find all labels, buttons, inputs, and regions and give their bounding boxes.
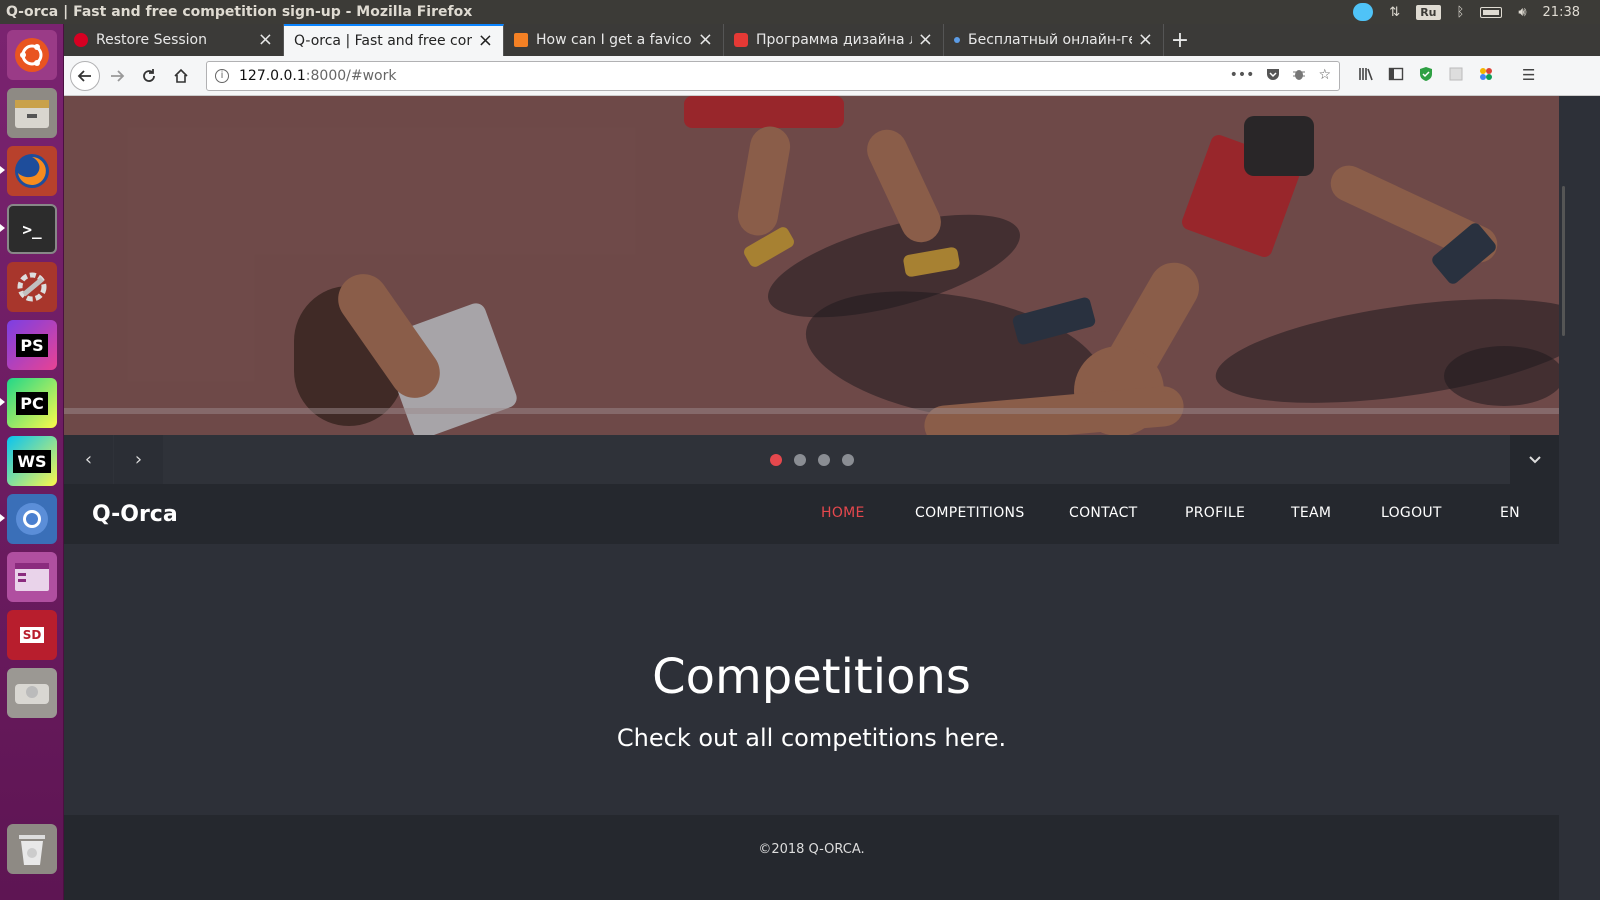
arrow-left-icon bbox=[77, 69, 91, 82]
info-icon[interactable]: i bbox=[215, 68, 229, 83]
slider-next-button[interactable]: › bbox=[114, 435, 163, 484]
sd-card-icon[interactable]: SD bbox=[7, 610, 57, 660]
tab-q-orca[interactable]: Q-orca | Fast and free comp × bbox=[284, 24, 504, 56]
chromium-icon[interactable] bbox=[7, 494, 57, 544]
skype-icon[interactable] bbox=[1353, 3, 1374, 21]
slider-dot[interactable] bbox=[770, 454, 782, 466]
tab-logo-design[interactable]: Программа дизайна ло × bbox=[724, 24, 944, 56]
trash-icon[interactable] bbox=[7, 824, 57, 874]
nav-home[interactable]: HOME bbox=[821, 505, 865, 521]
nav-language[interactable]: EN bbox=[1500, 505, 1520, 521]
indicator-area: ⇅ Ru ᛒ 🔊︎ 21:38 bbox=[1353, 3, 1600, 21]
slider-dot[interactable] bbox=[794, 454, 806, 466]
nav-profile[interactable]: PROFILE bbox=[1185, 505, 1245, 521]
url-actions: ••• ☆ bbox=[1230, 67, 1331, 85]
colorful-extension-icon[interactable] bbox=[1478, 66, 1494, 86]
url-path: :8000/#work bbox=[305, 67, 397, 84]
hamburger-menu-icon[interactable]: ☰ bbox=[1522, 66, 1535, 86]
close-icon[interactable]: × bbox=[1138, 31, 1153, 49]
reload-button[interactable] bbox=[134, 61, 164, 91]
nav-team[interactable]: TEAM bbox=[1291, 505, 1331, 521]
reload-icon bbox=[143, 68, 155, 82]
pycharm-icon[interactable]: PC bbox=[7, 378, 57, 428]
network-icon[interactable]: ⇅ bbox=[1389, 5, 1400, 20]
stackoverflow-icon bbox=[514, 33, 528, 47]
bookmark-star-icon[interactable]: ☆ bbox=[1318, 67, 1331, 85]
warning-icon bbox=[74, 33, 88, 47]
close-icon[interactable]: × bbox=[918, 31, 933, 49]
site-navbar: Q-Orca HOME COMPETITIONS CONTACT PROFILE… bbox=[64, 484, 1559, 544]
tab-bar: Restore Session × Q-orca | Fast and free… bbox=[64, 24, 1600, 56]
toolbar-icons: ☰ bbox=[1358, 66, 1535, 86]
app-window-icon[interactable] bbox=[7, 552, 57, 602]
clock[interactable]: 21:38 bbox=[1543, 5, 1580, 20]
scroll-down-button[interactable] bbox=[1510, 435, 1559, 484]
slider-dot[interactable] bbox=[818, 454, 830, 466]
close-icon[interactable]: × bbox=[698, 31, 713, 49]
close-icon[interactable]: × bbox=[478, 32, 493, 50]
section-title: Competitions bbox=[652, 649, 971, 705]
slider-dots bbox=[770, 454, 854, 466]
forward-button[interactable] bbox=[102, 61, 132, 91]
web-page: ‹ › Q-Orca HOME COMPETITIONS CONTACT PRO… bbox=[64, 96, 1600, 900]
site-brand[interactable]: Q-Orca bbox=[92, 502, 178, 527]
terminal-icon[interactable]: >_ bbox=[7, 204, 57, 254]
firefox-icon[interactable] bbox=[7, 146, 57, 196]
slider-controls: ‹ › bbox=[64, 435, 1559, 484]
extension-icon[interactable] bbox=[1448, 66, 1464, 86]
shield-icon[interactable] bbox=[1418, 66, 1434, 86]
webstorm-icon[interactable]: WS bbox=[7, 436, 57, 486]
home-icon bbox=[174, 68, 188, 83]
url-host: 127.0.0.1 bbox=[239, 67, 306, 84]
library-icon[interactable] bbox=[1358, 66, 1374, 86]
url-bar[interactable]: i 127.0.0.1 :8000/#work ••• ☆ bbox=[206, 60, 1340, 91]
sidebar-icon[interactable] bbox=[1388, 66, 1404, 86]
system-settings-icon[interactable] bbox=[7, 262, 57, 312]
new-tab-button[interactable]: + bbox=[1164, 24, 1196, 56]
drive-icon[interactable] bbox=[7, 668, 57, 718]
page-actions-icon[interactable]: ••• bbox=[1230, 67, 1255, 85]
page-scrollbar[interactable] bbox=[1559, 96, 1600, 900]
nav-competitions[interactable]: COMPETITIONS bbox=[915, 505, 1025, 521]
slider-prev-button[interactable]: ‹ bbox=[64, 435, 113, 484]
ubuntu-dash-icon[interactable] bbox=[7, 30, 57, 80]
competitions-section: Competitions Check out all competitions … bbox=[64, 544, 1559, 815]
window-title: Q-orca | Fast and free competition sign-… bbox=[6, 4, 473, 20]
hero-slide-image bbox=[64, 96, 1559, 435]
section-subtitle: Check out all competitions here. bbox=[616, 724, 1007, 752]
chevron-down-icon bbox=[1528, 455, 1541, 463]
logo-designer-icon bbox=[734, 33, 748, 47]
bluetooth-icon[interactable]: ᛒ bbox=[1457, 5, 1465, 20]
nav-logout[interactable]: LOGOUT bbox=[1381, 505, 1442, 521]
site-dot-icon bbox=[954, 37, 960, 43]
back-button[interactable] bbox=[70, 60, 100, 91]
pocket-icon[interactable] bbox=[1266, 67, 1280, 85]
phpstorm-icon[interactable]: PS bbox=[7, 320, 57, 370]
keyboard-layout-indicator[interactable]: Ru bbox=[1416, 4, 1441, 20]
close-icon[interactable]: × bbox=[258, 31, 273, 49]
volume-icon[interactable]: 🔊︎ bbox=[1518, 5, 1526, 20]
system-top-panel: Q-orca | Fast and free competition sign-… bbox=[0, 0, 1600, 24]
tab-stackoverflow-favicon[interactable]: How can I get a favicon × bbox=[504, 24, 724, 56]
tab-restore-session[interactable]: Restore Session × bbox=[64, 24, 284, 56]
nav-contact[interactable]: CONTACT bbox=[1069, 505, 1138, 521]
site-footer: ©2018 Q-ORCA. bbox=[64, 815, 1559, 900]
navigation-toolbar: i 127.0.0.1 :8000/#work ••• ☆ ☰ bbox=[64, 56, 1600, 96]
battery-icon[interactable] bbox=[1480, 6, 1503, 18]
arrow-right-icon bbox=[111, 69, 125, 82]
slider-dot[interactable] bbox=[842, 454, 854, 466]
tab-online-generator[interactable]: Бесплатный онлайн-ге × bbox=[944, 24, 1164, 56]
files-icon[interactable] bbox=[7, 88, 57, 138]
launcher: >_ PS PC WS SD bbox=[0, 24, 64, 900]
home-button[interactable] bbox=[166, 61, 196, 91]
firefox-window: Restore Session × Q-orca | Fast and free… bbox=[64, 24, 1600, 900]
bug-icon[interactable] bbox=[1292, 67, 1306, 85]
copyright-text: ©2018 Q-ORCA. bbox=[758, 842, 865, 857]
